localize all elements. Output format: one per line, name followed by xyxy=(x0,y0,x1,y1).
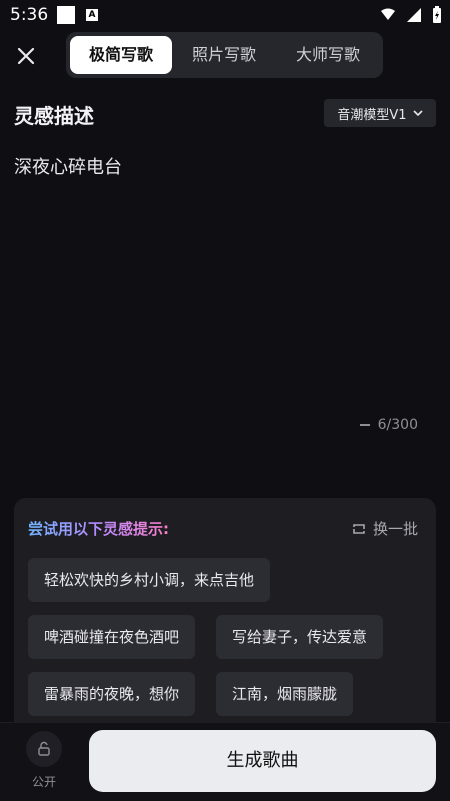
unlock-icon xyxy=(38,741,50,756)
mode-tabs: 极简写歌 照片写歌 大师写歌 xyxy=(66,32,383,78)
tab-photo-songwriting[interactable]: 照片写歌 xyxy=(172,36,276,74)
hint-chip[interactable]: 啤酒碰撞在夜色酒吧 xyxy=(28,615,196,659)
close-icon xyxy=(17,47,35,65)
cellular-icon xyxy=(407,8,421,22)
notification-icon xyxy=(57,6,75,24)
refresh-icon xyxy=(353,523,365,534)
counter-dash xyxy=(359,424,370,426)
status-time: 5:36 xyxy=(10,5,49,25)
hints-panel: 尝试用以下灵感提示: 换一批 轻松欢快的乡村小调，来点吉他 啤酒碰撞在夜色酒吧 … xyxy=(14,498,436,738)
hints-title: 尝试用以下灵感提示: xyxy=(28,520,169,538)
tab-master-songwriting[interactable]: 大师写歌 xyxy=(276,36,380,74)
refresh-hints-button[interactable]: 换一批 xyxy=(351,518,418,539)
generate-song-button[interactable]: 生成歌曲 xyxy=(89,730,436,792)
public-label: 公开 xyxy=(31,775,56,789)
model-select-label: 音潮模型V1 xyxy=(337,107,407,123)
signal-icon xyxy=(381,8,395,20)
hint-chip[interactable]: 写给妻子，传达爱意 xyxy=(216,615,384,659)
hint-chip[interactable]: 雷暴雨的夜晚，想你 xyxy=(28,672,196,716)
char-counter-value: 6/300 xyxy=(377,417,418,433)
battery-icon xyxy=(433,6,441,23)
prompt-textarea[interactable]: 深夜心碎电台 xyxy=(14,153,434,403)
bottom-bar: 公开 生成歌曲 xyxy=(0,722,450,801)
status-icons xyxy=(380,6,442,24)
status-bar: 5:36 A xyxy=(0,0,450,30)
chevron-down-icon xyxy=(413,110,423,117)
hint-chip[interactable]: 轻松欢快的乡村小调，来点吉他 xyxy=(28,558,271,602)
public-toggle[interactable] xyxy=(26,731,62,767)
tab-minimal-songwriting[interactable]: 极简写歌 xyxy=(70,36,172,74)
app-notification-icon: A xyxy=(86,9,98,21)
refresh-hints-label: 换一批 xyxy=(372,520,418,538)
close-button[interactable] xyxy=(12,42,40,70)
model-select[interactable]: 音潮模型V1 xyxy=(324,99,436,127)
hint-chip[interactable]: 江南，烟雨朦胧 xyxy=(216,672,354,716)
char-counter: 6/300 xyxy=(359,417,418,433)
inspiration-title: 灵感描述 xyxy=(14,104,94,128)
